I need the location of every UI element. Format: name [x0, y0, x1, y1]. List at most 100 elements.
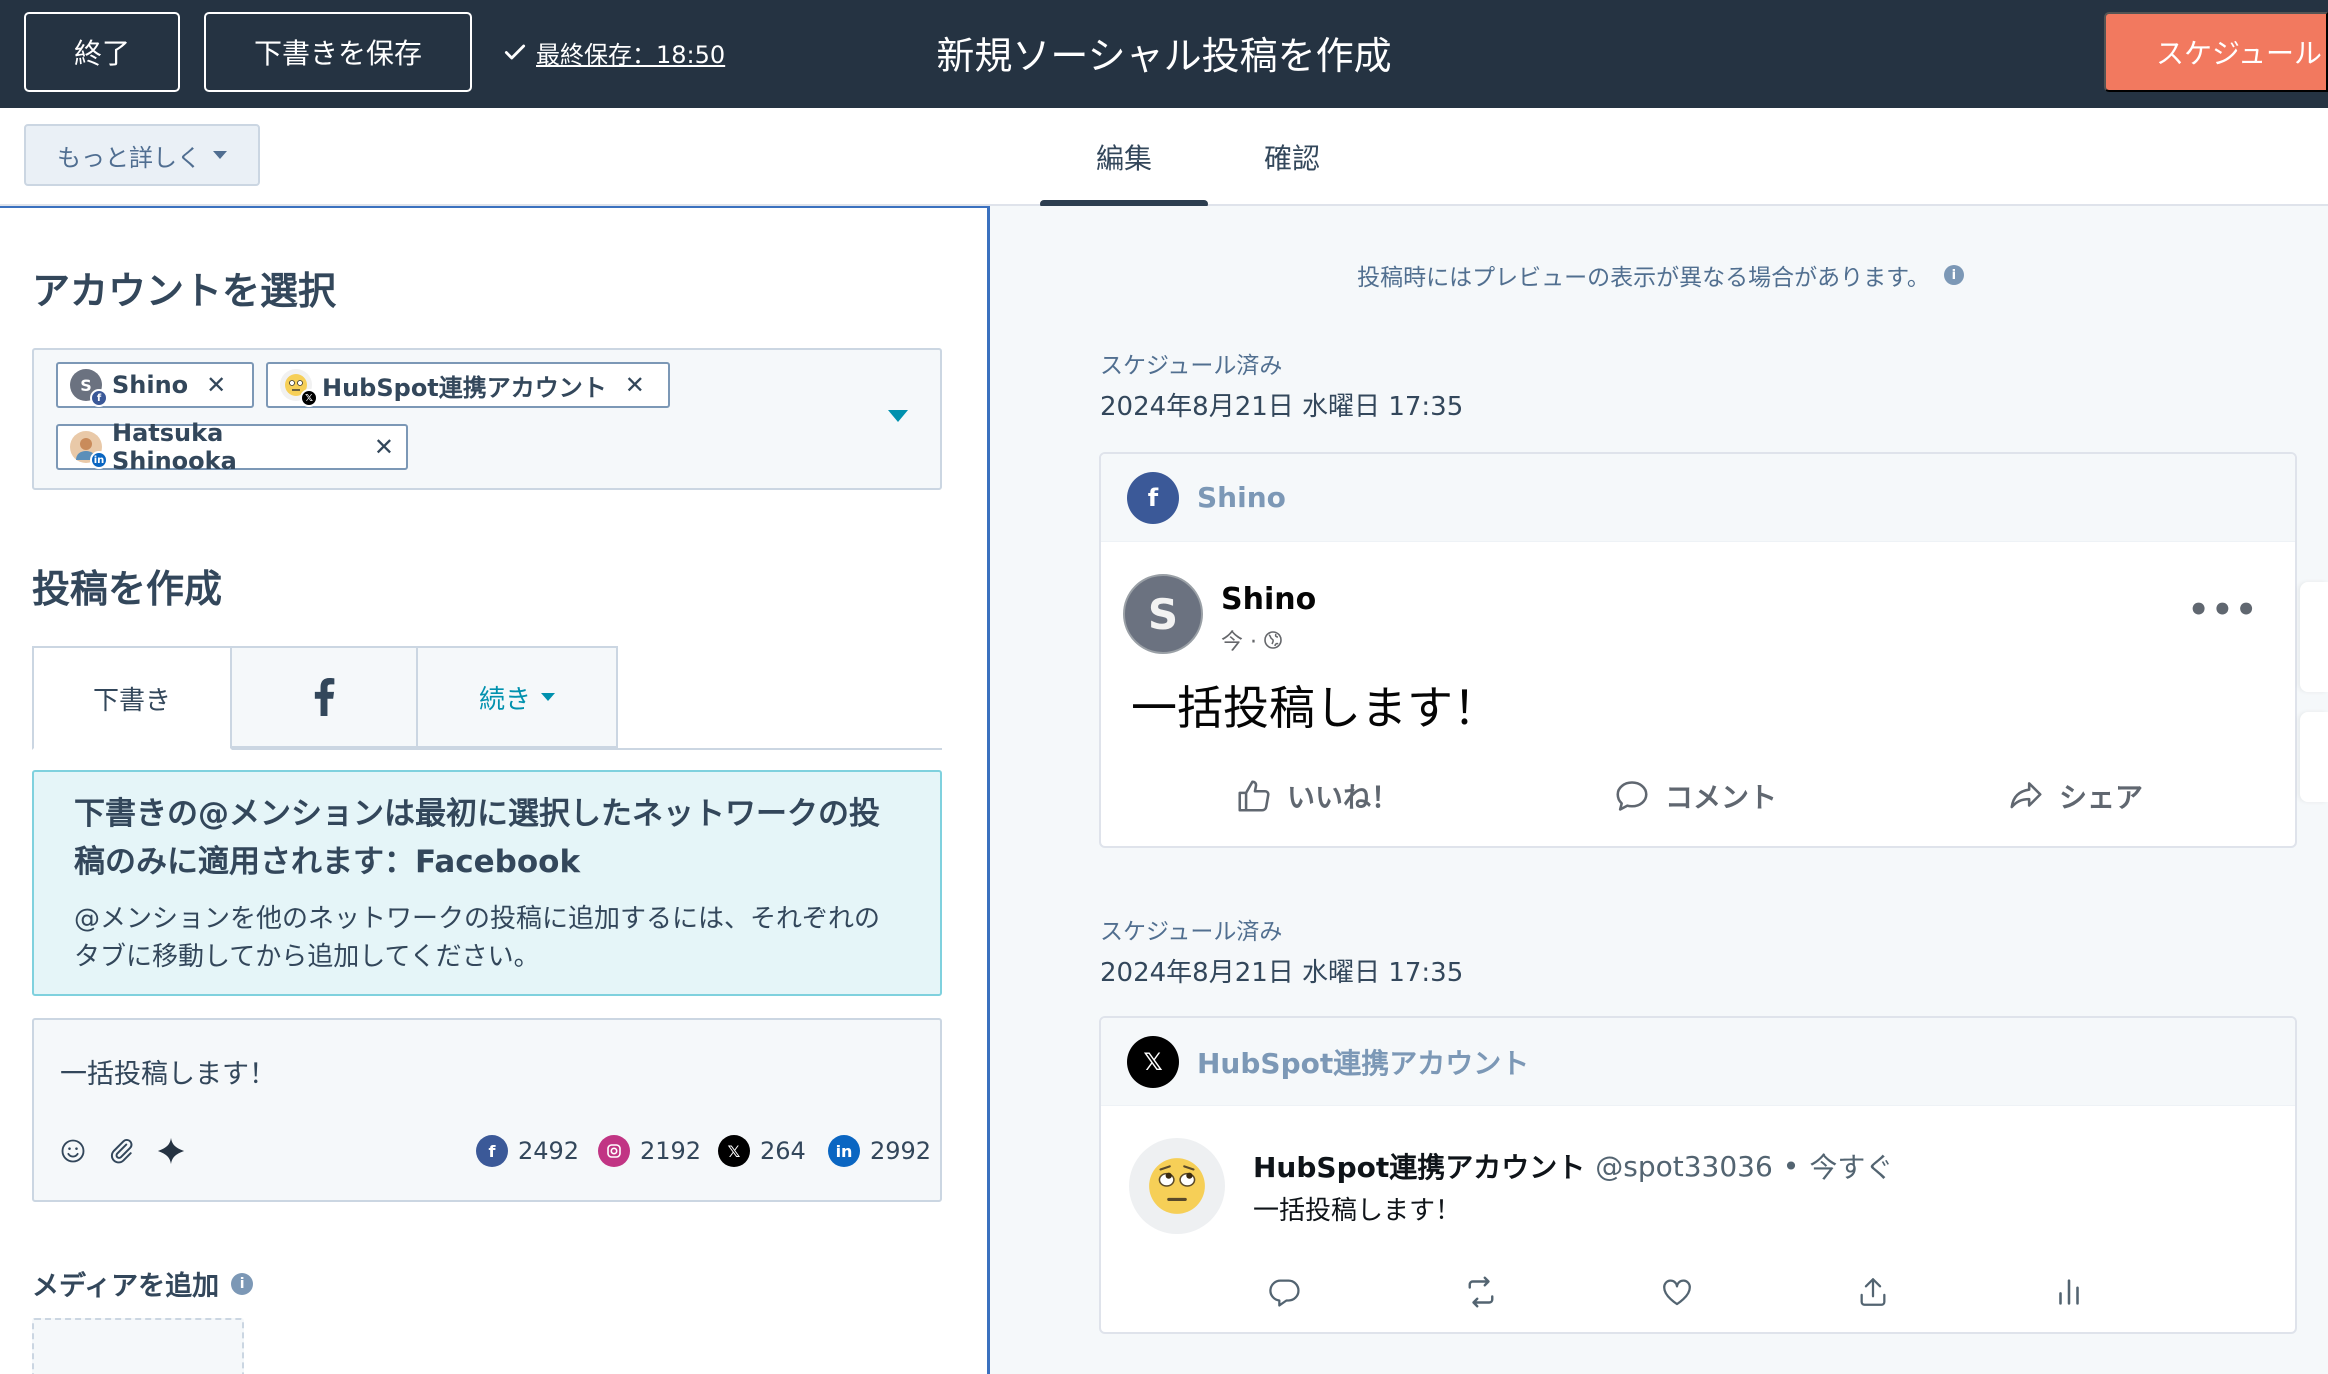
tab-draft[interactable]: 下書き [32, 646, 232, 750]
post-handle: @spot33036 [1595, 1149, 1773, 1183]
account-multiselect[interactable]: S f Shino ✕ 𝕏 HubSpot連携アカウント ✕ in Hatsuk… [32, 348, 942, 490]
share-icon[interactable] [1853, 1272, 1893, 1312]
like-button[interactable]: いいね！ [1235, 774, 1399, 818]
tab-facebook[interactable] [230, 646, 418, 748]
chevron-down-icon [213, 151, 227, 159]
remove-chip-icon[interactable]: ✕ [206, 371, 226, 399]
post-body: 一括投稿します！ [1253, 1196, 1462, 1226]
alert-body: @メンションを他のネットワークの投稿に追加するには、それぞれのタブに移動してから… [74, 904, 881, 972]
share-button[interactable]: シェア [2007, 774, 2143, 818]
save-draft-button[interactable]: 下書きを保存 [204, 12, 472, 92]
char-count-instagram: 2192 [598, 1134, 701, 1168]
card-header: 𝕏 HubSpot連携アカウント [1101, 1018, 2295, 1106]
globe-icon [1264, 631, 1282, 649]
exit-button[interactable]: 終了 [24, 12, 180, 92]
preview-note: 投稿時にはプレビューの表示が異なる場合があります。 i [993, 258, 2328, 292]
reply-icon[interactable] [1265, 1272, 1305, 1312]
share-label: シェア [2059, 781, 2144, 814]
chevron-down-icon [541, 693, 555, 701]
schedule-status: スケジュール済み [1100, 353, 1283, 379]
last-saved-status[interactable]: 最終保存：18:50 [502, 32, 725, 72]
separator-dot: • [1782, 1149, 1800, 1183]
share-arrow-icon [2010, 782, 2042, 809]
media-dropzone[interactable] [32, 1318, 244, 1374]
avatar: in [70, 431, 108, 469]
editor-panel: アカウントを選択 S f Shino ✕ 𝕏 HubSpot連携アカウント ✕ … [0, 206, 990, 1374]
facebook-icon: f [1127, 471, 1179, 524]
instagram-icon [598, 1135, 630, 1167]
post-time: 今すぐ [1809, 1151, 1894, 1184]
char-count-value: 2192 [640, 1137, 702, 1165]
comment-label: コメント [1665, 781, 1778, 814]
more-options-icon[interactable]: ••• [2188, 590, 2259, 630]
alert-title: 下書きの@メンションは最初に選択したネットワークの投稿のみに適用されます：Fac… [74, 796, 880, 880]
linkedin-badge-icon: in [90, 451, 108, 469]
checkmark-icon [504, 44, 526, 60]
repost-icon[interactable] [1461, 1272, 1501, 1312]
char-count-facebook: f 2492 [476, 1134, 579, 1168]
side-drawer-handle[interactable] [2300, 582, 2328, 692]
account-chip-label: Hatsuka Shinooka [112, 419, 237, 475]
ai-sparkle-icon[interactable] [156, 1136, 186, 1166]
post-time: 今 · [1221, 630, 1257, 655]
char-count-linkedin: in 2992 [828, 1134, 931, 1168]
schedule-status: スケジュール済み [1100, 919, 1283, 945]
avatar: S [1123, 574, 1203, 654]
side-drawer-handle[interactable] [2300, 712, 2328, 802]
avatar: S f [70, 369, 108, 407]
char-count-x: 𝕏 264 [718, 1134, 806, 1168]
card-account-name: HubSpot連携アカウント [1197, 1046, 1530, 1080]
schedule-datetime: 2024年8月21日 水曜日 17:35 [1100, 392, 1464, 422]
post-body: 一括投稿します！ [1131, 681, 1499, 735]
x-badge-icon: 𝕏 [300, 389, 318, 407]
info-icon[interactable]: i [1943, 265, 1964, 285]
x-icon: 𝕏 [1127, 1035, 1179, 1088]
avatar: 𝕏 [280, 369, 318, 407]
compose-heading: 投稿を作成 [32, 567, 223, 611]
avatar [1129, 1138, 1225, 1234]
more-details-dropdown[interactable]: もっと詳しく [24, 124, 260, 186]
mention-info-alert: 下書きの@メンションは最初に選択したネットワークの投稿のみに適用されます：Fac… [32, 770, 942, 996]
card-header: f Shino [1101, 454, 2295, 542]
emoji-icon[interactable] [58, 1136, 88, 1166]
card-account-name: Shino [1197, 481, 1286, 514]
facebook-preview-card: f Shino S Shino 今 · ••• 一括投稿します！ いいね！ コメ… [1099, 452, 2297, 848]
compose-tabs: 下書き 続き [32, 646, 942, 750]
char-count-value: 264 [760, 1137, 806, 1165]
analytics-icon[interactable] [2049, 1272, 2089, 1312]
account-select-heading: アカウントを選択 [32, 269, 337, 313]
dropdown-caret-icon[interactable] [888, 410, 908, 422]
post-author: HubSpot連携アカウント [1253, 1151, 1586, 1184]
tab-review[interactable]: 確認 [1208, 108, 1376, 206]
schedule-button[interactable]: スケジュール [2104, 12, 2328, 92]
post-author: Shino [1221, 582, 1317, 617]
account-chip-hubspot: 𝕏 HubSpot連携アカウント ✕ [266, 362, 670, 408]
x-icon: 𝕏 [718, 1135, 750, 1167]
post-text-editor[interactable]: 一括投稿します！ f 2492 2192 𝕏 264 in 2992 [32, 1018, 942, 1202]
info-icon[interactable]: i [231, 1272, 254, 1295]
avatar-letter: S [80, 375, 92, 395]
sub-bar: もっと詳しく 編集 確認 [0, 108, 2328, 208]
account-chip-hatsuka: in Hatsuka Shinooka ✕ [56, 419, 408, 475]
tab-more[interactable]: 続き [416, 646, 618, 748]
add-media-label: メディアを追加 [32, 1271, 220, 1302]
last-saved-label: 最終保存：18:50 [536, 40, 726, 69]
more-details-label: もっと詳しく [57, 143, 201, 172]
preview-note-text: 投稿時にはプレビューの表示が異なる場合があります。 [1357, 265, 1930, 291]
post-author-row: HubSpot連携アカウント @spot33036 • 今すぐ [1253, 1146, 1893, 1186]
account-chip-shino: S f Shino ✕ [56, 362, 254, 408]
heart-icon[interactable] [1657, 1272, 1697, 1312]
eye-roll-emoji-icon [1149, 1158, 1205, 1214]
facebook-badge-icon: f [90, 389, 108, 407]
remove-chip-icon[interactable]: ✕ [374, 433, 394, 461]
remove-chip-icon[interactable]: ✕ [625, 371, 645, 399]
char-count-value: 2992 [870, 1137, 932, 1165]
schedule-datetime: 2024年8月21日 水曜日 17:35 [1100, 958, 1464, 988]
facebook-icon [314, 678, 335, 716]
paperclip-icon[interactable] [106, 1136, 136, 1166]
post-meta: 今 · [1221, 624, 1283, 656]
tab-edit[interactable]: 編集 [1040, 108, 1208, 208]
tab-more-label: 続き [478, 684, 531, 715]
post-text[interactable]: 一括投稿します！ [60, 1052, 276, 1091]
comment-button[interactable]: コメント [1613, 774, 1777, 818]
